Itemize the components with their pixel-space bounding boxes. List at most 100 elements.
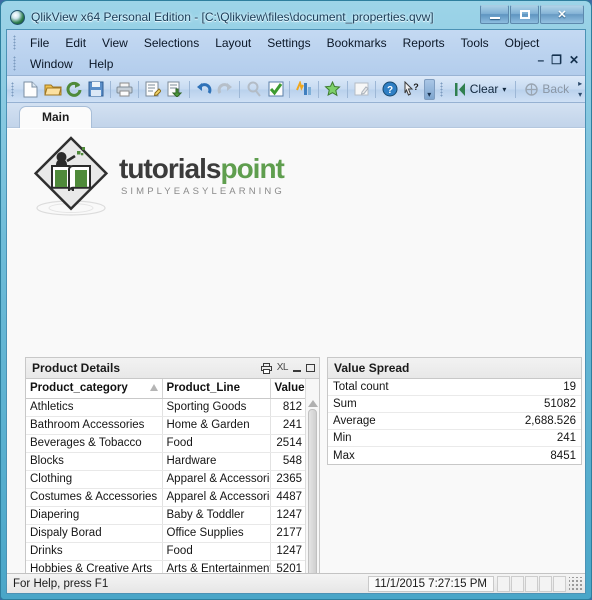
value-spread-caption[interactable]: Value Spread: [327, 357, 582, 378]
table-cell[interactable]: 2177: [270, 524, 305, 543]
table-cell[interactable]: Clothing: [26, 470, 163, 489]
redo-icon[interactable]: [215, 79, 235, 100]
table-cell[interactable]: Food: [162, 434, 271, 453]
product-details-scrollbar[interactable]: [305, 379, 319, 573]
context-help-icon[interactable]: ?: [402, 79, 422, 100]
table-cell[interactable]: Diapering: [26, 506, 163, 525]
menu-gripper-icon[interactable]: [13, 35, 16, 50]
menu-item-window[interactable]: Window: [22, 55, 81, 73]
table-cell[interactable]: 4487: [270, 488, 305, 507]
search-icon[interactable]: [244, 79, 264, 100]
print-icon[interactable]: [115, 79, 135, 100]
clear-button[interactable]: Clear ▾: [449, 79, 513, 100]
resize-grip-icon[interactable]: [569, 576, 583, 591]
toolbar-gripper-icon-2[interactable]: [439, 81, 443, 97]
load-data-icon[interactable]: [165, 79, 185, 100]
favorite-star-icon[interactable]: [323, 79, 343, 100]
table-cell[interactable]: Apparel & Accessories: [162, 488, 271, 507]
menu-item-bookmarks[interactable]: Bookmarks: [319, 34, 395, 52]
mdi-restore-icon[interactable]: ❐: [551, 54, 562, 66]
table-row[interactable]: Athletics Sporting Goods 812: [26, 398, 305, 417]
table-cell[interactable]: Food: [162, 542, 271, 561]
table-cell[interactable]: 812: [270, 398, 305, 417]
table-row[interactable]: Drinks Food 1247: [26, 542, 305, 561]
scrollbar-thumb[interactable]: [308, 409, 317, 573]
table-cell[interactable]: Drinks: [26, 542, 163, 561]
toolbar-expand-chevrons-icon[interactable]: ▸ ▾: [575, 78, 585, 100]
table-row[interactable]: Beverages & Tobacco Food 2514: [26, 434, 305, 453]
status-help-text: For Help, press F1: [13, 577, 109, 590]
undo-icon[interactable]: [194, 79, 214, 100]
minimize-button[interactable]: [480, 5, 509, 24]
menu-item-help[interactable]: Help: [81, 55, 122, 73]
menu-item-layout[interactable]: Layout: [207, 34, 259, 52]
menu-item-view[interactable]: View: [94, 34, 136, 52]
close-button[interactable]: ✕: [540, 5, 584, 24]
menu-item-selections[interactable]: Selections: [136, 34, 207, 52]
minimize-icon[interactable]: [293, 365, 301, 372]
table-cell[interactable]: Costumes & Accessories: [26, 488, 163, 507]
mdi-minimize-icon[interactable]: –: [537, 54, 544, 66]
menu-item-reports[interactable]: Reports: [395, 34, 453, 52]
toolbar-gripper-icon[interactable]: [11, 81, 14, 97]
table-row[interactable]: Bathroom Accessories Home & Garden 241: [26, 416, 305, 435]
export-to-excel-icon[interactable]: XL: [277, 363, 289, 373]
reload-icon[interactable]: [64, 79, 84, 100]
maximize-button[interactable]: [510, 5, 539, 24]
table-cell[interactable]: Sporting Goods: [162, 398, 271, 417]
new-document-icon[interactable]: [21, 79, 41, 100]
table-row[interactable]: Diapering Baby & Toddler 1247: [26, 506, 305, 525]
toolbar-separator-5: [289, 80, 291, 98]
table-cell[interactable]: Bathroom Accessories: [26, 416, 163, 435]
menu-item-tools[interactable]: Tools: [453, 34, 497, 52]
table-cell[interactable]: Hardware: [162, 452, 271, 471]
table-cell[interactable]: 1247: [270, 542, 305, 561]
table-row[interactable]: Dispaly Borad Office Supplies 2177: [26, 524, 305, 543]
table-cell[interactable]: Beverages & Tobacco: [26, 434, 163, 453]
table-cell[interactable]: Dispaly Borad: [26, 524, 163, 543]
column-header-value[interactable]: Value: [270, 379, 305, 399]
table-cell[interactable]: Arts & Entertainment: [162, 560, 271, 573]
edit-script-icon[interactable]: [143, 79, 163, 100]
sheet-tab-main[interactable]: Main: [19, 106, 93, 128]
mdi-close-icon[interactable]: ✕: [569, 54, 579, 66]
table-row[interactable]: Hobbies & Creative Arts Arts & Entertainm…: [26, 560, 305, 573]
chart-icon[interactable]: [294, 79, 314, 100]
edit-module-icon[interactable]: [352, 79, 372, 100]
table-cell[interactable]: Hobbies & Creative Arts: [26, 560, 163, 573]
table-cell[interactable]: 1247: [270, 506, 305, 525]
menu-item-file[interactable]: File: [22, 34, 57, 52]
menu-item-edit[interactable]: Edit: [57, 34, 94, 52]
open-folder-icon[interactable]: [43, 79, 63, 100]
table-cell[interactable]: 241: [270, 416, 305, 435]
table-cell[interactable]: 2365: [270, 470, 305, 489]
back-button[interactable]: Back: [519, 79, 575, 100]
select-all-icon[interactable]: [266, 79, 286, 100]
print-icon[interactable]: [260, 362, 272, 374]
table-row[interactable]: ClothingApparel & Accessories2365: [26, 470, 305, 489]
table-cell[interactable]: 5201: [270, 560, 305, 573]
column-header-product-line[interactable]: Product_Line: [162, 379, 271, 399]
toolbar-overflow-chevron[interactable]: ▾: [423, 78, 435, 100]
menu-gripper-icon-2[interactable]: [13, 56, 16, 71]
clear-glyph-icon: [454, 82, 465, 96]
product-details-caption[interactable]: Product Details XL: [25, 357, 320, 378]
column-header-product-category[interactable]: Product_category: [26, 379, 163, 399]
scroll-up-arrow-icon[interactable]: [307, 400, 318, 407]
help-icon[interactable]: ?: [380, 79, 400, 100]
status-cell-5: [553, 575, 566, 592]
table-cell[interactable]: Apparel & Accessories: [162, 470, 271, 489]
menu-item-object[interactable]: Object: [497, 34, 548, 52]
table-cell[interactable]: Blocks: [26, 452, 163, 471]
table-cell[interactable]: Athletics: [26, 398, 163, 417]
table-cell[interactable]: 548: [270, 452, 305, 471]
table-cell[interactable]: Baby & Toddler: [162, 506, 271, 525]
menu-item-settings[interactable]: Settings: [259, 34, 318, 52]
table-row[interactable]: Blocks Hardware 548: [26, 452, 305, 471]
table-cell[interactable]: Office Supplies: [162, 524, 271, 543]
table-cell[interactable]: Home & Garden: [162, 416, 271, 435]
table-row[interactable]: Costumes & Accessories Apparel & Accessor…: [26, 488, 305, 507]
save-icon[interactable]: [86, 79, 106, 100]
table-cell[interactable]: 2514: [270, 434, 305, 453]
maximize-icon[interactable]: [306, 364, 315, 372]
